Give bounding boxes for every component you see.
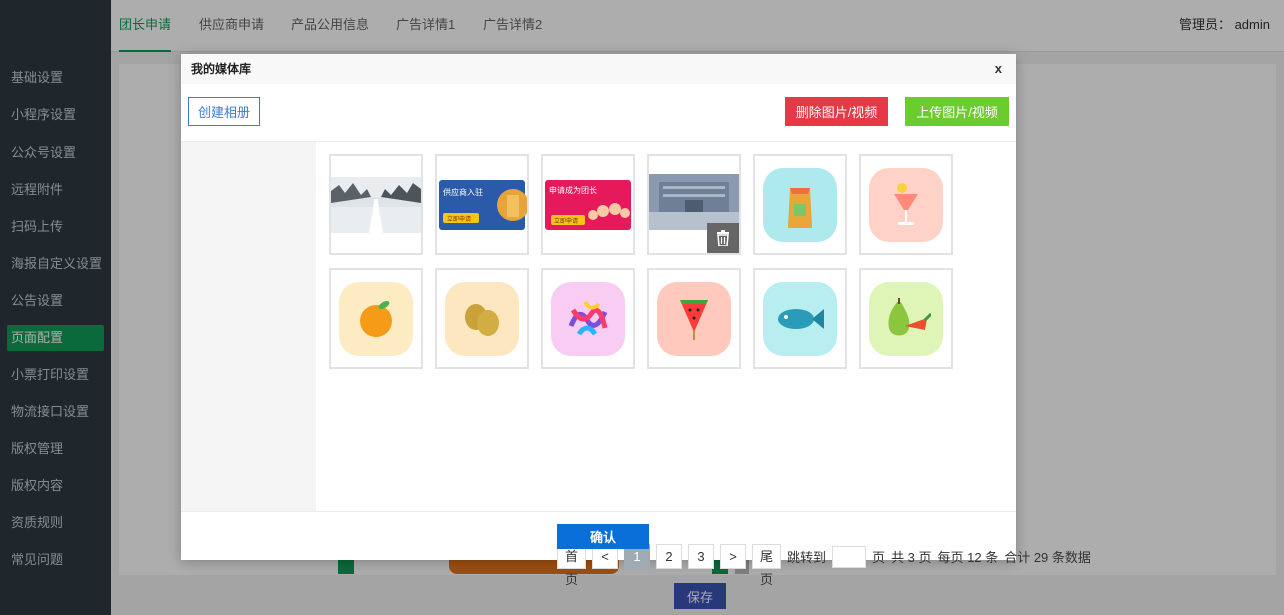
- modal-title: 我的媒体库: [191, 62, 252, 76]
- snack-bag-icon: [763, 167, 837, 242]
- close-icon[interactable]: x: [995, 54, 1002, 84]
- media-thumbnail[interactable]: 申请成为团长 立即申请: [541, 154, 635, 255]
- per-page-label: 每页 12 条: [937, 550, 999, 565]
- candy-icon: [551, 281, 625, 356]
- page-button-2[interactable]: 2: [656, 544, 683, 569]
- kiwi-icon: [445, 281, 519, 356]
- page-button-3[interactable]: 3: [688, 544, 715, 569]
- media-thumbnail[interactable]: [647, 268, 741, 369]
- divider: [181, 511, 1016, 512]
- media-thumbnail[interactable]: [541, 268, 635, 369]
- upload-media-button[interactable]: 上传图片/视频: [905, 97, 1009, 126]
- supplier-banner: 供应商入驻 立即申请: [439, 179, 527, 230]
- media-thumbnail[interactable]: [435, 268, 529, 369]
- media-thumbnail[interactable]: [329, 268, 423, 369]
- trash-icon[interactable]: [707, 223, 739, 253]
- media-thumbnail-selected[interactable]: [647, 154, 741, 255]
- drink-cup-icon: [869, 167, 943, 242]
- fish-icon: [763, 281, 837, 356]
- media-grid: 供应商入驻 立即申请 申请成为团长 立即申请 首页 < 1 2 3 > 尾页 跳…: [316, 142, 1091, 587]
- jump-page-input[interactable]: [832, 545, 867, 568]
- next-page-button[interactable]: >: [720, 544, 747, 569]
- delete-media-button[interactable]: 删除图片/视频: [785, 97, 888, 126]
- watermelon-icon: [657, 281, 731, 356]
- snowy-road-photo: [331, 176, 421, 233]
- leader-banner-cta: 立即申请: [554, 217, 578, 225]
- media-thumbnail[interactable]: [753, 154, 847, 255]
- orange-icon: [339, 281, 413, 356]
- last-page-button[interactable]: 尾页: [752, 544, 782, 587]
- media-thumbnail[interactable]: [859, 268, 953, 369]
- media-library-modal: 我的媒体库 x 创建相册 删除图片/视频 上传图片/视频 供应商入驻 立即申请 …: [181, 54, 1091, 587]
- jump-label: 跳转到: [787, 550, 827, 565]
- album-list: [181, 142, 316, 511]
- media-thumbnail[interactable]: [753, 268, 847, 369]
- building-photo: [649, 174, 739, 230]
- total-pages-label: 共 3 页: [891, 550, 932, 565]
- media-thumbnail[interactable]: 供应商入驻 立即申请: [435, 154, 529, 255]
- pear-vegetable-icon: [869, 281, 943, 356]
- total-count-label: 合计 29 条数据: [1004, 550, 1091, 565]
- media-thumbnail[interactable]: [859, 154, 953, 255]
- create-album-button[interactable]: 创建相册: [188, 97, 260, 126]
- leader-banner-text: 申请成为团长: [549, 185, 597, 195]
- page-unit-label: 页: [872, 550, 886, 565]
- supplier-banner-cta: 立即申请: [447, 215, 471, 223]
- media-thumbnail[interactable]: [329, 154, 423, 255]
- supplier-banner-text: 供应商入驻: [443, 187, 483, 197]
- modal-header: 我的媒体库 x: [181, 54, 1016, 84]
- leader-banner: 申请成为团长 立即申请: [545, 179, 631, 230]
- confirm-button[interactable]: 确认: [557, 524, 649, 549]
